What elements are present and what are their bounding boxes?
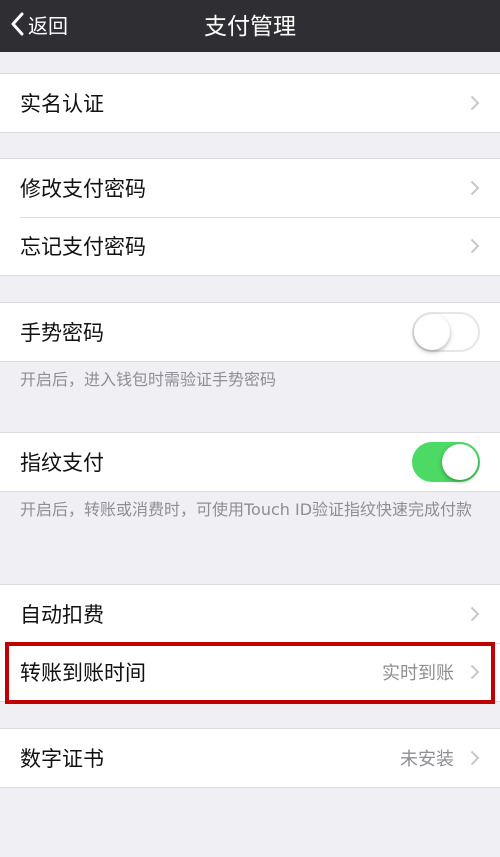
chevron-right-icon — [470, 664, 480, 680]
modify-password-label: 修改支付密码 — [20, 177, 146, 201]
modify-password-row[interactable]: 修改支付密码 — [0, 159, 500, 217]
transfer-time-value: 实时到账 — [382, 663, 454, 684]
gesture-group: 手势密码 — [0, 302, 500, 362]
toggle-knob — [414, 314, 450, 350]
transfer-time-label: 转账到账时间 — [20, 661, 146, 685]
gesture-toggle[interactable] — [412, 312, 480, 352]
toggle-knob — [442, 444, 478, 480]
realname-label: 实名认证 — [20, 92, 104, 116]
chevron-right-icon — [470, 238, 480, 254]
chevron-left-icon — [10, 12, 24, 36]
fingerprint-toggle[interactable] — [412, 442, 480, 482]
cert-label: 数字证书 — [20, 747, 104, 771]
chevron-right-icon — [470, 180, 480, 196]
forgot-password-row[interactable]: 忘记支付密码 — [0, 217, 500, 275]
fingerprint-label: 指纹支付 — [20, 451, 104, 475]
gesture-label: 手势密码 — [20, 321, 104, 345]
back-button[interactable]: 返回 — [10, 0, 68, 48]
back-label: 返回 — [28, 13, 68, 38]
chevron-right-icon — [470, 95, 480, 111]
password-group: 修改支付密码 忘记支付密码 — [0, 158, 500, 276]
forgot-password-label: 忘记支付密码 — [20, 235, 146, 259]
realname-group: 实名认证 — [0, 73, 500, 133]
auto-deduct-row[interactable]: 自动扣费 — [0, 585, 500, 643]
cert-row[interactable]: 数字证书 未安装 — [0, 729, 500, 787]
cert-value: 未安装 — [400, 749, 454, 770]
gesture-row: 手势密码 — [0, 303, 500, 361]
chevron-right-icon — [470, 750, 480, 766]
realname-row[interactable]: 实名认证 — [0, 74, 500, 132]
chevron-right-icon — [470, 606, 480, 622]
deduct-group: 自动扣费 转账到账时间 实时到账 — [0, 584, 500, 702]
fingerprint-row: 指纹支付 — [0, 433, 500, 491]
fingerprint-footnote: 开启后，转账或消费时，可使用Touch ID验证指纹快速完成付款 — [20, 500, 473, 519]
cert-group: 数字证书 未安装 — [0, 728, 500, 788]
gesture-footnote: 开启后，进入钱包时需验证手势密码 — [20, 370, 277, 389]
nav-bar: 返回 支付管理 — [0, 0, 500, 52]
auto-deduct-label: 自动扣费 — [20, 603, 104, 627]
fingerprint-group: 指纹支付 — [0, 432, 500, 492]
transfer-time-row[interactable]: 转账到账时间 实时到账 — [0, 643, 500, 701]
page-title: 支付管理 — [204, 14, 296, 40]
